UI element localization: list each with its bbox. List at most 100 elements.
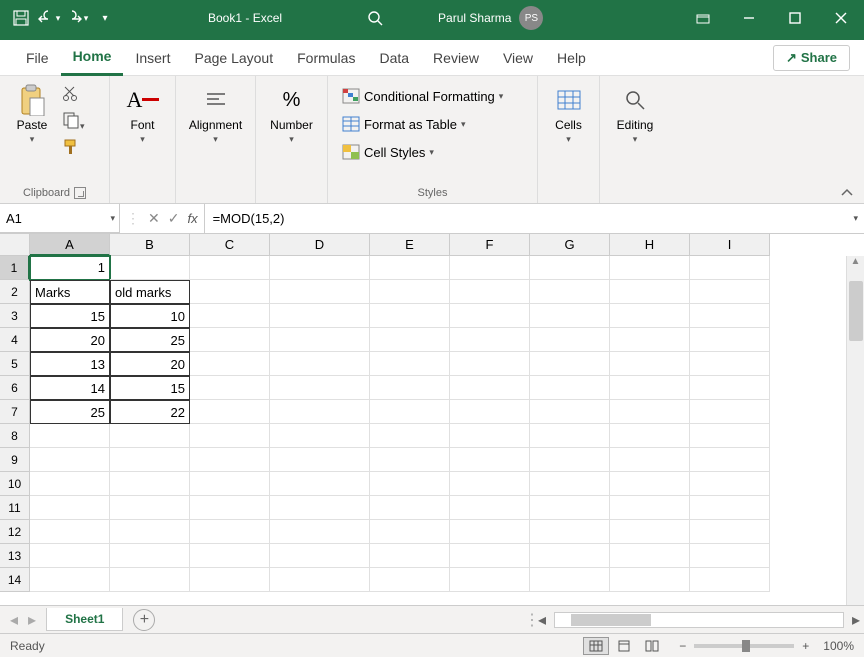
cell[interactable] <box>110 256 190 280</box>
cell[interactable] <box>450 472 530 496</box>
cell[interactable] <box>270 448 370 472</box>
cell[interactable] <box>30 568 110 592</box>
cell[interactable] <box>690 568 770 592</box>
cell[interactable] <box>450 568 530 592</box>
name-box[interactable]: A1 ▾ <box>0 204 120 233</box>
cell[interactable] <box>270 400 370 424</box>
cell[interactable] <box>270 496 370 520</box>
formula-input[interactable]: =MOD(15,2) ▾ <box>205 204 864 233</box>
cell[interactable] <box>610 256 690 280</box>
row-header[interactable]: 12 <box>0 520 30 544</box>
enter-formula-button[interactable]: ✓ <box>168 210 180 227</box>
row-header[interactable]: 7 <box>0 400 30 424</box>
cell[interactable] <box>690 376 770 400</box>
cell[interactable] <box>450 544 530 568</box>
cell[interactable]: 13 <box>30 352 110 376</box>
undo-button[interactable]: ▾ <box>36 5 62 31</box>
cell[interactable] <box>690 520 770 544</box>
cell[interactable] <box>270 280 370 304</box>
cell[interactable] <box>370 496 450 520</box>
cell[interactable] <box>690 424 770 448</box>
column-header[interactable]: C <box>190 234 270 256</box>
search-button[interactable] <box>362 5 388 31</box>
cell[interactable] <box>270 424 370 448</box>
cell[interactable]: 10 <box>110 304 190 328</box>
tab-page-layout[interactable]: Page Layout <box>182 40 285 76</box>
cell[interactable] <box>110 424 190 448</box>
formula-expand[interactable]: ⋮ <box>126 210 140 227</box>
format-painter-button[interactable] <box>62 138 85 161</box>
cell[interactable] <box>190 424 270 448</box>
vertical-scrollbar[interactable]: ▲ <box>846 256 864 605</box>
cell[interactable] <box>610 400 690 424</box>
cell[interactable] <box>530 448 610 472</box>
hscroll-right[interactable]: ▸ <box>848 610 864 630</box>
qat-customize[interactable]: ▾ <box>92 5 118 31</box>
cell[interactable] <box>110 568 190 592</box>
save-button[interactable] <box>8 5 34 31</box>
row-header[interactable]: 11 <box>0 496 30 520</box>
cell[interactable] <box>450 328 530 352</box>
cell[interactable] <box>190 448 270 472</box>
cell[interactable] <box>530 328 610 352</box>
ribbon-display-options[interactable] <box>680 0 726 36</box>
cell[interactable] <box>190 400 270 424</box>
cell[interactable] <box>370 280 450 304</box>
paste-button[interactable]: Paste ▾ <box>8 80 56 149</box>
cell[interactable]: Marks <box>30 280 110 304</box>
cell[interactable] <box>110 472 190 496</box>
cell[interactable] <box>610 328 690 352</box>
cell[interactable] <box>690 400 770 424</box>
cell[interactable] <box>530 400 610 424</box>
cell[interactable]: 1 <box>30 256 110 280</box>
minimize-button[interactable] <box>726 0 772 36</box>
cell[interactable] <box>610 280 690 304</box>
add-sheet-button[interactable]: + <box>133 609 155 631</box>
row-header[interactable]: 14 <box>0 568 30 592</box>
clipboard-dialog-launcher[interactable] <box>74 187 86 199</box>
cell[interactable] <box>610 352 690 376</box>
copy-button[interactable]: ▾ <box>62 111 85 134</box>
sheet-tab[interactable]: Sheet1 <box>46 608 123 631</box>
sheet-nav-next[interactable]: ▸ <box>28 610 36 630</box>
zoom-in-button[interactable]: + <box>802 639 809 653</box>
cell[interactable] <box>690 256 770 280</box>
cell[interactable] <box>370 352 450 376</box>
cell[interactable] <box>450 496 530 520</box>
share-button[interactable]: ↗Share <box>773 45 850 71</box>
cell[interactable]: 15 <box>30 304 110 328</box>
cell[interactable] <box>190 328 270 352</box>
cell[interactable]: 25 <box>30 400 110 424</box>
cell[interactable] <box>530 304 610 328</box>
cell[interactable] <box>190 544 270 568</box>
cell[interactable] <box>450 400 530 424</box>
cell[interactable] <box>610 568 690 592</box>
format-as-table-button[interactable]: Format as Table▾ <box>338 114 507 134</box>
cell[interactable] <box>690 448 770 472</box>
cell[interactable] <box>370 256 450 280</box>
cell[interactable] <box>690 304 770 328</box>
cell[interactable] <box>610 424 690 448</box>
collapse-ribbon-button[interactable] <box>840 184 854 202</box>
cell[interactable] <box>610 496 690 520</box>
cell[interactable] <box>690 496 770 520</box>
tab-formulas[interactable]: Formulas <box>285 40 367 76</box>
zoom-level[interactable]: 100% <box>823 639 854 653</box>
cell[interactable] <box>530 520 610 544</box>
page-layout-view-button[interactable] <box>611 637 637 655</box>
cell[interactable] <box>530 472 610 496</box>
column-header[interactable]: D <box>270 234 370 256</box>
cell[interactable] <box>610 520 690 544</box>
cell[interactable] <box>110 520 190 544</box>
cell[interactable] <box>110 448 190 472</box>
cell[interactable]: 20 <box>110 352 190 376</box>
cell[interactable] <box>370 424 450 448</box>
cell[interactable] <box>110 496 190 520</box>
normal-view-button[interactable] <box>583 637 609 655</box>
zoom-out-button[interactable]: − <box>679 639 686 653</box>
cancel-formula-button[interactable]: ✕ <box>148 210 160 227</box>
conditional-formatting-button[interactable]: Conditional Formatting▾ <box>338 86 507 106</box>
cell[interactable]: 20 <box>30 328 110 352</box>
cell[interactable] <box>270 376 370 400</box>
cell[interactable] <box>370 544 450 568</box>
